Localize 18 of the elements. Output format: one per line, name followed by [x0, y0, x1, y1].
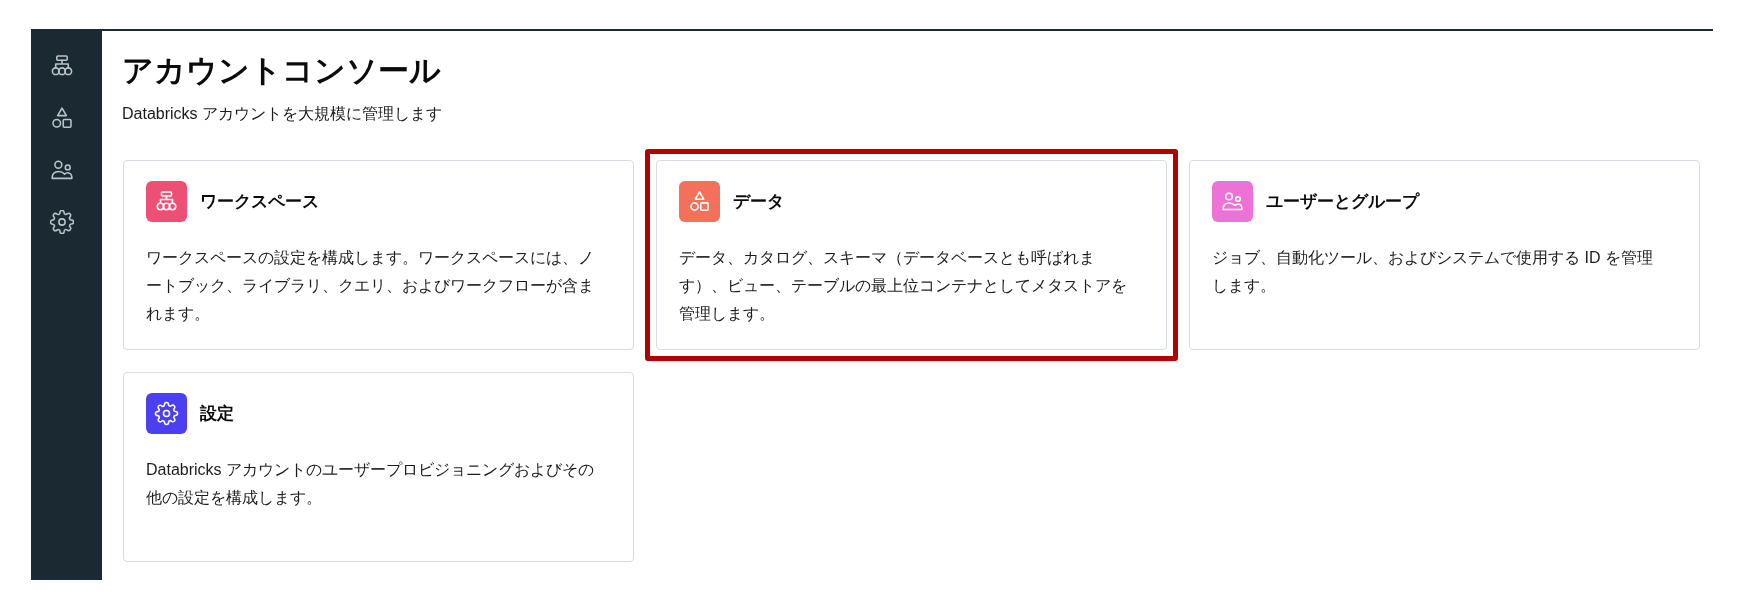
category-card[interactable]: 設定 Databricks アカウントのユーザープロビジョニングおよびその他の設定を構成します。 [123, 372, 634, 562]
category-card[interactable]: データ データ、カタログ、スキーマ（データベースとも呼ばれます）、ビュー、テーブルの最上位コンテナとしてメタストアを管理します。 [656, 160, 1167, 350]
card-description: データ、カタログ、スキーマ（データベースとも呼ばれます）、ビュー、テーブルの最上位コンテナとしてメタストアを管理します。 [679, 248, 1128, 324]
card-title: ユーザーとグループ [1266, 191, 1419, 213]
category-card[interactable]: ワークスペース ワークスペースの設定を構成します。ワークスペースには、ノートブック、ライブラリ、クエリ、およびワークフローが含まれます。 [123, 160, 634, 350]
page-title: アカウントコンソール [122, 52, 442, 90]
shapes-icon[interactable] [50, 106, 74, 130]
card-title: データ [733, 191, 784, 213]
page-subtitle: Databricks アカウントを大規模に管理します [122, 104, 444, 124]
category-card[interactable]: ユーザーとグループ ジョブ、自動化ツール、およびシステムで使用する ID を管理します。 [1189, 160, 1700, 350]
card-description: ジョブ、自動化ツール、およびシステムで使用する ID を管理します。 [1212, 248, 1654, 296]
card-description: Databricks アカウントのユーザープロビジョニングおよびその他の設定を構成します。 [146, 460, 596, 508]
settings-icon[interactable] [50, 210, 74, 234]
org-chart-icon[interactable] [50, 54, 74, 78]
users-icon[interactable] [50, 158, 74, 182]
card-title: 設定 [200, 403, 234, 425]
card-title: ワークスペース [200, 191, 319, 213]
card-description: ワークスペースの設定を構成します。ワークスペースには、ノートブック、ライブラリ、クエリ、およびワークフローが含まれます。 [146, 248, 595, 324]
